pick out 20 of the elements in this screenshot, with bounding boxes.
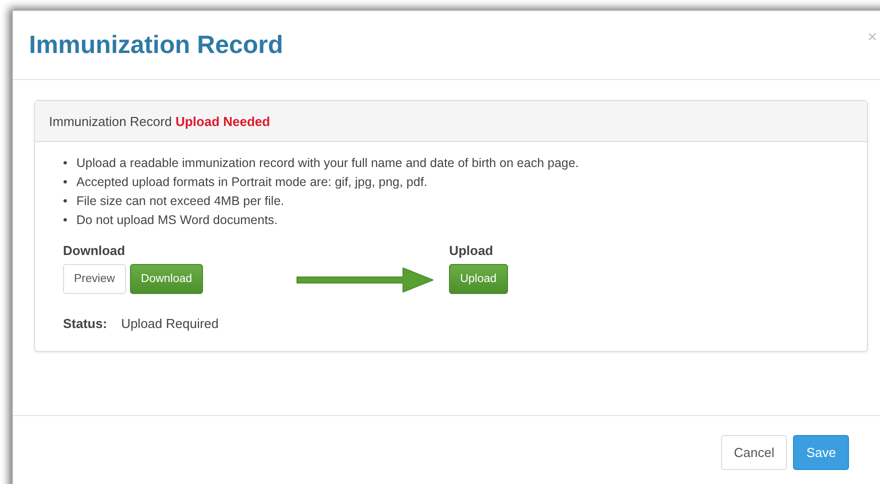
action-button[interactable]: Upload bbox=[449, 264, 508, 294]
action-button[interactable]: Download bbox=[130, 264, 204, 294]
status-value: Upload Required bbox=[121, 316, 219, 331]
instruction-item: Accepted upload formats in Portrait mode are: gif, jpg, png, pdf. bbox=[76, 174, 428, 191]
panel-heading-text: Immunization Record Upload Needed bbox=[49, 114, 270, 128]
instruction-item: File size can not exceed 4MB per file. bbox=[76, 193, 284, 210]
action-button[interactable]: Cancel bbox=[720, 435, 788, 470]
instruction-item: Upload a readable immunization record with your full name and date of birth on each page. bbox=[76, 155, 579, 172]
bullet-icon: • bbox=[63, 211, 68, 230]
status-label: Status: bbox=[63, 316, 108, 331]
save-button[interactable]: Save bbox=[793, 435, 849, 470]
close-button[interactable]: × bbox=[868, 29, 877, 47]
bullet-icon: • bbox=[63, 154, 68, 173]
instruction-item: Do not upload MS Word documents. bbox=[76, 212, 278, 229]
bullet-icon: • bbox=[63, 173, 68, 192]
action-button[interactable]: Preview bbox=[63, 264, 126, 294]
upload-label: Upload bbox=[449, 243, 494, 258]
bullet-icon: • bbox=[63, 192, 68, 211]
download-label: Download bbox=[63, 243, 126, 258]
modal-title: Immunization Record bbox=[29, 31, 284, 60]
